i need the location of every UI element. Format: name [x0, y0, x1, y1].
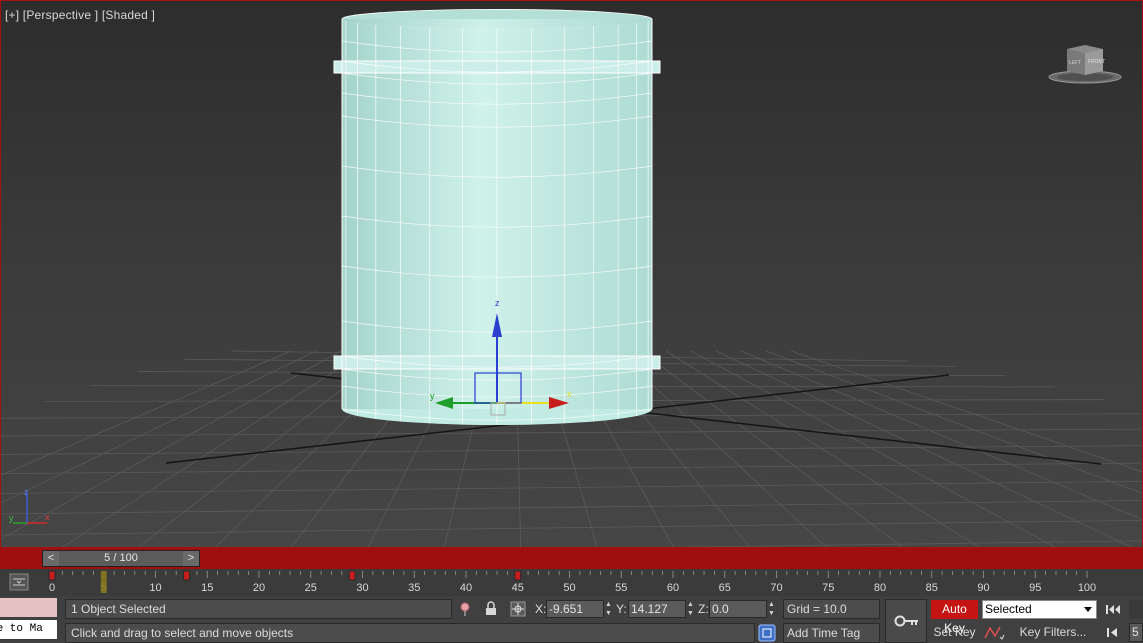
time-slider[interactable]: < 5 / 100 >: [42, 550, 200, 567]
maxscript-listener-output[interactable]: [0, 598, 57, 617]
y-coord-label: Y:: [616, 602, 627, 616]
ruler-label: 45: [512, 582, 524, 594]
ruler-label: 55: [615, 582, 627, 594]
adaptive-degradation-icon[interactable]: [758, 624, 776, 642]
track-bar[interactable]: 0510152025303540455055606570758085909510…: [0, 569, 1143, 596]
z-coord-label: Z:: [698, 602, 709, 616]
ruler-label: 65: [719, 582, 731, 594]
ruler-label: 60: [667, 582, 679, 594]
axis-tripod-icon: z x y: [9, 487, 50, 524]
ruler-label: 90: [977, 582, 989, 594]
ruler-label: 0: [49, 582, 55, 594]
ruler-label: 80: [874, 582, 886, 594]
x-coord-label: X:: [535, 602, 547, 616]
absolute-mode-icon[interactable]: [510, 601, 526, 617]
ruler-label: 95: [1029, 582, 1041, 594]
viewport-scene[interactable]: z y x: [1, 1, 1143, 548]
slider-next-button[interactable]: >: [183, 551, 199, 566]
add-time-tag-button[interactable]: Add Time Tag: [783, 623, 880, 643]
keyframe-marker: [348, 570, 356, 581]
x-coord-spinner[interactable]: ▲ ▼: [604, 600, 613, 618]
key-icon: [894, 615, 918, 627]
previous-frame-icon[interactable]: [1103, 623, 1123, 642]
z-coord-spinner[interactable]: ▲ ▼: [767, 600, 776, 618]
viewcube-left-label: LEFT: [1069, 60, 1081, 66]
slider-prev-button[interactable]: <: [43, 551, 59, 566]
ruler-label: 20: [253, 582, 265, 594]
ruler-label: 100: [1078, 582, 1096, 594]
gizmo-x-label: x: [567, 389, 572, 399]
gizmo-y-label: y: [430, 391, 435, 401]
frame-ruler[interactable]: 0510152025303540455055606570758085909510…: [0, 569, 1143, 596]
selection-status: 1 Object Selected: [65, 599, 452, 619]
ruler-label: 85: [926, 582, 938, 594]
z-coord-field[interactable]: 0.0: [709, 600, 767, 618]
tripod-y-label: y: [9, 513, 14, 523]
isolate-selection-icon[interactable]: [457, 601, 473, 617]
auto-key-button[interactable]: Auto Key: [931, 600, 978, 635]
viewcube-icon[interactable]: LEFT FRONT: [1047, 41, 1123, 85]
viewcube-front-label: FRONT: [1088, 59, 1105, 65]
tripod-x-label: x: [45, 512, 50, 522]
keyframe-marker: [48, 570, 56, 581]
ruler-label: 15: [201, 582, 213, 594]
perspective-viewport[interactable]: z y x [+] [Perspective ] [Shaded ] LEFT FR…: [0, 0, 1143, 548]
chevron-down-icon: [1084, 607, 1092, 612]
gizmo-z-label: z: [495, 298, 500, 308]
lock-icon[interactable]: [483, 601, 499, 617]
ruler-label: 75: [822, 582, 834, 594]
grid-spacing-display: Grid = 10.0: [783, 599, 880, 619]
ruler-label: 70: [770, 582, 782, 594]
ruler-label: 30: [356, 582, 368, 594]
go-to-start-icon[interactable]: [1103, 600, 1123, 619]
current-frame-field[interactable]: 5: [1129, 623, 1143, 642]
key-mode-dropdown[interactable]: Selected: [982, 600, 1097, 619]
maxscript-listener-input[interactable]: me to Ma: [0, 620, 57, 639]
y-coord-spinner[interactable]: ▲ ▼: [686, 600, 695, 618]
ruler-label: 40: [460, 582, 472, 594]
toolbar-edge: [1129, 600, 1143, 619]
ruler-label: 50: [563, 582, 575, 594]
viewport-label[interactable]: [+] [Perspective ] [Shaded ]: [5, 8, 155, 22]
ruler-label: 35: [408, 582, 420, 594]
current-frame-indicator: [100, 571, 107, 593]
slider-frame-display[interactable]: 5 / 100: [59, 551, 183, 566]
keyframe-marker: [514, 570, 522, 581]
ruler-label: 10: [149, 582, 161, 594]
x-coord-field[interactable]: -9.651: [546, 600, 604, 618]
set-key-button[interactable]: Set Key: [931, 623, 978, 642]
default-tangents-icon[interactable]: [982, 623, 1006, 642]
keyframe-marker: [183, 570, 191, 581]
y-coord-field[interactable]: 14.127: [628, 600, 686, 618]
key-mode-dropdown-value: Selected: [985, 602, 1032, 616]
status-panel: me to Ma 1 Object Selected Click and dra…: [0, 596, 1143, 643]
ruler-label: 25: [305, 582, 317, 594]
key-filters-button[interactable]: Key Filters...: [1009, 623, 1097, 642]
tripod-z-label: z: [24, 487, 29, 497]
set-keys-button[interactable]: [885, 599, 927, 643]
prompt-line: Click and drag to select and move object…: [65, 623, 755, 643]
